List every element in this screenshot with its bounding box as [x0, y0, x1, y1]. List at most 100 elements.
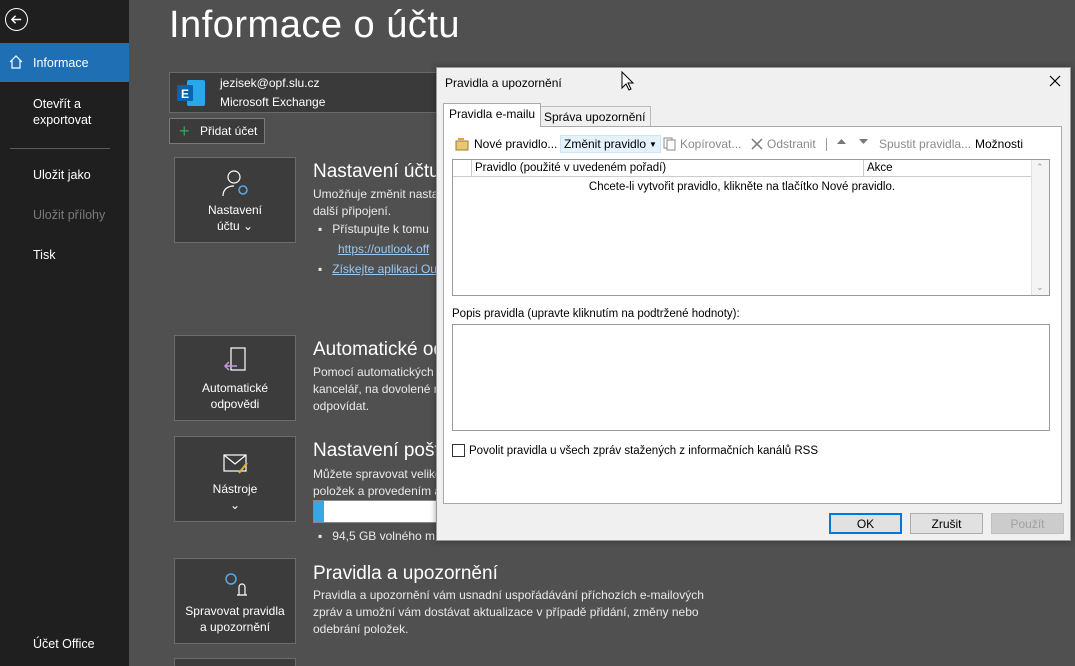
storage-text: 94,5 GB volného m: [332, 529, 435, 543]
tab-manage-alerts[interactable]: Správa upozornění: [538, 106, 652, 126]
door-arrow-icon: [223, 347, 246, 371]
nav-item-label: Informace: [33, 55, 89, 70]
back-button[interactable]: [5, 8, 28, 31]
nav-item-print[interactable]: Tisk: [0, 248, 129, 262]
nav-item-save-attachments: Uložit přílohy: [0, 208, 129, 222]
column-header-action[interactable]: Akce: [867, 162, 893, 174]
add-account-button[interactable]: + Přidat účet: [169, 118, 265, 144]
section-text: Můžete spravovat veliko: [313, 467, 442, 481]
rules-list-header: Pravidlo (použité v uvedeném pořadí) Akc…: [453, 160, 1031, 177]
options-button[interactable]: Možnosti: [975, 137, 1023, 151]
nav-item-label: Účet Office: [33, 637, 95, 651]
delete-x-icon: [751, 138, 763, 150]
nav-item-label: Tisk: [33, 248, 56, 262]
nav-item-save-as[interactable]: Uložit jako: [0, 168, 129, 182]
tile-label: odpovědi: [210, 397, 260, 411]
rss-rules-checkbox[interactable]: [452, 444, 465, 457]
page-title: Informace o účtu: [169, 4, 461, 46]
gear-bell-icon: [225, 573, 247, 596]
run-rules-button[interactable]: Spustit pravidla...: [879, 137, 971, 151]
delete-rule-button[interactable]: Odstranit: [750, 137, 816, 151]
exchange-logo-icon: E: [177, 80, 205, 106]
rule-description-label: Popis pravidla (upravte kliknutím na pod…: [452, 308, 740, 320]
rss-rules-option[interactable]: Povolit pravidla u všech zpráv stažených…: [452, 444, 818, 457]
tile-label: a upozornění: [199, 620, 271, 634]
next-tile[interactable]: [174, 658, 296, 666]
arrow-down-icon: [859, 139, 868, 144]
vertical-scrollbar[interactable]: ⌃ ⌄: [1031, 160, 1049, 295]
section-text: kancelář, na dovolené r: [313, 382, 438, 396]
copy-rule-button[interactable]: Kopírovat...: [663, 137, 741, 151]
tab-email-rules[interactable]: Pravidla e-mailu: [443, 103, 542, 127]
new-rule-label: Nové pravidlo...: [474, 137, 558, 151]
section-text: položek a provedením a: [313, 484, 442, 498]
arrow-up-icon: [837, 139, 846, 144]
close-icon[interactable]: [1048, 74, 1062, 88]
user-gear-icon: [222, 170, 248, 197]
arrow-left-icon: [10, 15, 22, 24]
manage-rules-tile[interactable]: Spravovat pravidla a upozornění: [174, 558, 296, 644]
section-text: další připojení.: [313, 204, 392, 218]
bullet-item: ▪ Získejte aplikaci Ou: [318, 262, 437, 276]
toolbar-separator: [826, 138, 827, 151]
mouse-cursor-icon: [621, 71, 635, 91]
nav-item-office-account[interactable]: Účet Office: [0, 637, 129, 651]
copy-rule-label: Kopírovat...: [680, 137, 742, 151]
nav-item-informace[interactable]: Informace: [0, 43, 129, 82]
scroll-down-icon[interactable]: ⌄: [1036, 282, 1044, 293]
account-type: Microsoft Exchange: [220, 95, 326, 109]
rules-alerts-dialog: Pravidla a upozornění Správa upozornění …: [436, 67, 1071, 541]
tools-tile[interactable]: Nástroje ⌄: [174, 436, 296, 522]
dialog-title: Pravidla a upozornění: [445, 76, 562, 90]
backstage-nav: Informace Otevřít a exportovat Uložit ja…: [0, 0, 129, 666]
rss-rules-label: Povolit pravidla u všech zpráv stažených…: [469, 444, 818, 457]
new-rule-icon: [455, 138, 469, 151]
section-text: Pravidla a upozornění vám usnadní uspořá…: [313, 588, 704, 602]
get-app-link[interactable]: Získejte aplikaci Ou: [332, 262, 437, 276]
tile-label: Nástroje: [212, 482, 258, 496]
outlook-web-link[interactable]: https://outlook.off: [338, 242, 429, 256]
section-title: Automatické od: [313, 339, 444, 360]
account-settings-tile[interactable]: Nastavení účtu ⌄: [174, 157, 296, 243]
link-text[interactable]: https://outlook.off: [338, 242, 429, 256]
section-title: Nastavení účtu: [313, 161, 440, 182]
ok-button[interactable]: OK: [829, 513, 902, 534]
scroll-up-icon[interactable]: ⌃: [1036, 162, 1044, 173]
move-up-button[interactable]: [836, 136, 850, 147]
tile-label: Automatické: [201, 381, 269, 395]
move-down-button[interactable]: [858, 136, 872, 147]
column-header-rule[interactable]: Pravidlo (použité v uvedeném pořadí): [475, 162, 666, 174]
rules-list[interactable]: Pravidlo (použité v uvedeném pořadí) Akc…: [452, 159, 1050, 296]
delete-rule-label: Odstranit: [767, 137, 816, 151]
tile-label: Spravovat pravidla: [185, 604, 285, 618]
account-selector[interactable]: E jezisek@opf.slu.cz Microsoft Exchange: [169, 72, 439, 113]
svg-text:E: E: [181, 87, 189, 101]
bullet-item: ▪ Přístupujte k tomu: [318, 222, 429, 236]
cancel-button[interactable]: Zrušit: [910, 513, 983, 534]
section-text: Umožňuje změnit nasta: [313, 187, 439, 201]
auto-replies-tile[interactable]: Automatické odpovědi: [174, 335, 296, 421]
run-rules-label: Spustit pravidla...: [879, 137, 972, 151]
rule-description-box[interactable]: [452, 324, 1050, 431]
section-text: odebrání položek.: [313, 622, 409, 636]
mailbox-broom-icon: [223, 454, 248, 474]
section-text: odpovídat.: [313, 399, 370, 413]
section-text: Pomocí automatických: [313, 365, 434, 379]
column-divider: [863, 160, 864, 177]
nav-item-label: Uložit přílohy: [33, 208, 106, 222]
nav-item-open-export[interactable]: Otevřít a exportovat: [0, 96, 129, 128]
apply-button[interactable]: Použít: [991, 513, 1064, 534]
section-title: Nastavení pošt: [313, 440, 440, 461]
nav-divider: [10, 148, 110, 149]
account-email: jezisek@opf.slu.cz: [220, 76, 320, 90]
new-rule-button[interactable]: Nové pravidlo...: [455, 137, 557, 151]
home-icon: [9, 55, 23, 69]
section-title: Pravidla a upozornění: [313, 563, 498, 584]
dropdown-arrow-icon: ▼: [649, 139, 657, 149]
column-divider: [471, 160, 472, 177]
mailbox-storage-bar: [313, 500, 438, 523]
storage-bar-fill: [314, 501, 324, 522]
bullet-item: ▪ 94,5 GB volného m: [318, 529, 435, 543]
add-account-label: Přidat účet: [200, 124, 258, 138]
change-rule-button[interactable]: Změnit pravidlo ▼: [560, 135, 661, 153]
